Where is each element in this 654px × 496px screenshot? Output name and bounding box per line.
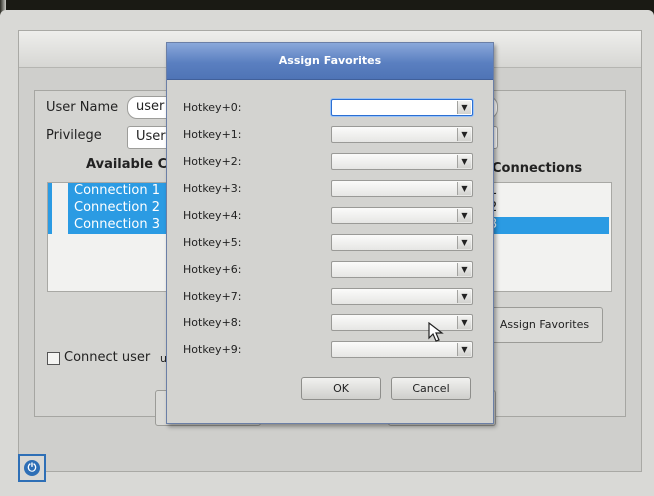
hotkey-2-select[interactable]: ▼ <box>331 153 473 170</box>
hotkey-0-select[interactable]: ▼ <box>331 99 473 116</box>
available-connections-header: Available Co <box>86 157 177 172</box>
hotkey-9-label: Hotkey+9: <box>183 343 242 356</box>
selection-indicator <box>48 183 52 234</box>
ok-button[interactable]: OK <box>301 377 381 400</box>
hotkey-6-label: Hotkey+6: <box>183 263 242 276</box>
power-icon-glyph: ⏻ <box>24 460 40 476</box>
chevron-down-icon[interactable]: ▼ <box>457 316 471 329</box>
chevron-down-icon[interactable]: ▼ <box>457 290 471 303</box>
hotkey-7-select[interactable]: ▼ <box>331 288 473 305</box>
hotkey-4-label: Hotkey+4: <box>183 209 242 222</box>
hotkey-1-select[interactable]: ▼ <box>331 126 473 143</box>
hotkey-5-select[interactable]: ▼ <box>331 234 473 251</box>
connect-user-label: Connect user <box>64 350 151 365</box>
hotkey-3-select[interactable]: ▼ <box>331 180 473 197</box>
chevron-down-icon[interactable]: ▼ <box>457 155 471 168</box>
hotkey-8-label: Hotkey+8: <box>183 316 242 329</box>
chevron-down-icon[interactable]: ▼ <box>457 236 471 249</box>
assign-favorites-dialog: Assign Favorites Hotkey+0: ▼ Hotkey+1: ▼… <box>166 42 494 424</box>
hotkey-4-select[interactable]: ▼ <box>331 207 473 224</box>
chevron-down-icon[interactable]: ▼ <box>457 343 471 356</box>
hotkey-9-select[interactable]: ▼ <box>331 341 473 358</box>
chevron-down-icon[interactable]: ▼ <box>457 263 471 276</box>
hotkey-2-label: Hotkey+2: <box>183 155 242 168</box>
hotkey-5-label: Hotkey+5: <box>183 236 242 249</box>
hotkey-7-label: Hotkey+7: <box>183 290 242 303</box>
assigned-connections-header: Connections <box>492 161 583 176</box>
chevron-down-icon[interactable]: ▼ <box>457 182 471 195</box>
cancel-button[interactable]: Cancel <box>391 377 471 400</box>
hotkey-6-select[interactable]: ▼ <box>331 261 473 278</box>
list-item[interactable]: 3 <box>487 217 609 234</box>
chevron-down-icon[interactable]: ▼ <box>457 101 471 114</box>
user-name-label: User Name <box>46 100 119 115</box>
assigned-connections-list[interactable]: 1 2 3 <box>486 182 612 292</box>
hotkey-1-label: Hotkey+1: <box>183 128 242 141</box>
hotkey-0-label: Hotkey+0: <box>183 101 242 114</box>
list-item[interactable]: 1 <box>487 183 609 200</box>
power-icon[interactable]: ⏻ <box>18 454 46 482</box>
mouse-cursor-icon <box>428 322 444 342</box>
dialog-title: Assign Favorites <box>278 54 382 67</box>
hotkey-3-label: Hotkey+3: <box>183 182 242 195</box>
chevron-down-icon[interactable]: ▼ <box>457 128 471 141</box>
dialog-titlebar: Assign Favorites <box>167 43 493 80</box>
hotkey-8-select[interactable]: ▼ <box>331 314 473 331</box>
list-item[interactable]: 2 <box>487 200 609 217</box>
chevron-down-icon[interactable]: ▼ <box>457 209 471 222</box>
privilege-label: Privilege <box>46 128 102 143</box>
available-connections-list[interactable]: Connection 1 Connection 2 Connection 3 <box>47 182 218 292</box>
connect-user-checkbox[interactable] <box>47 352 60 365</box>
assign-favorites-button[interactable]: Assign Favorites <box>486 307 603 343</box>
